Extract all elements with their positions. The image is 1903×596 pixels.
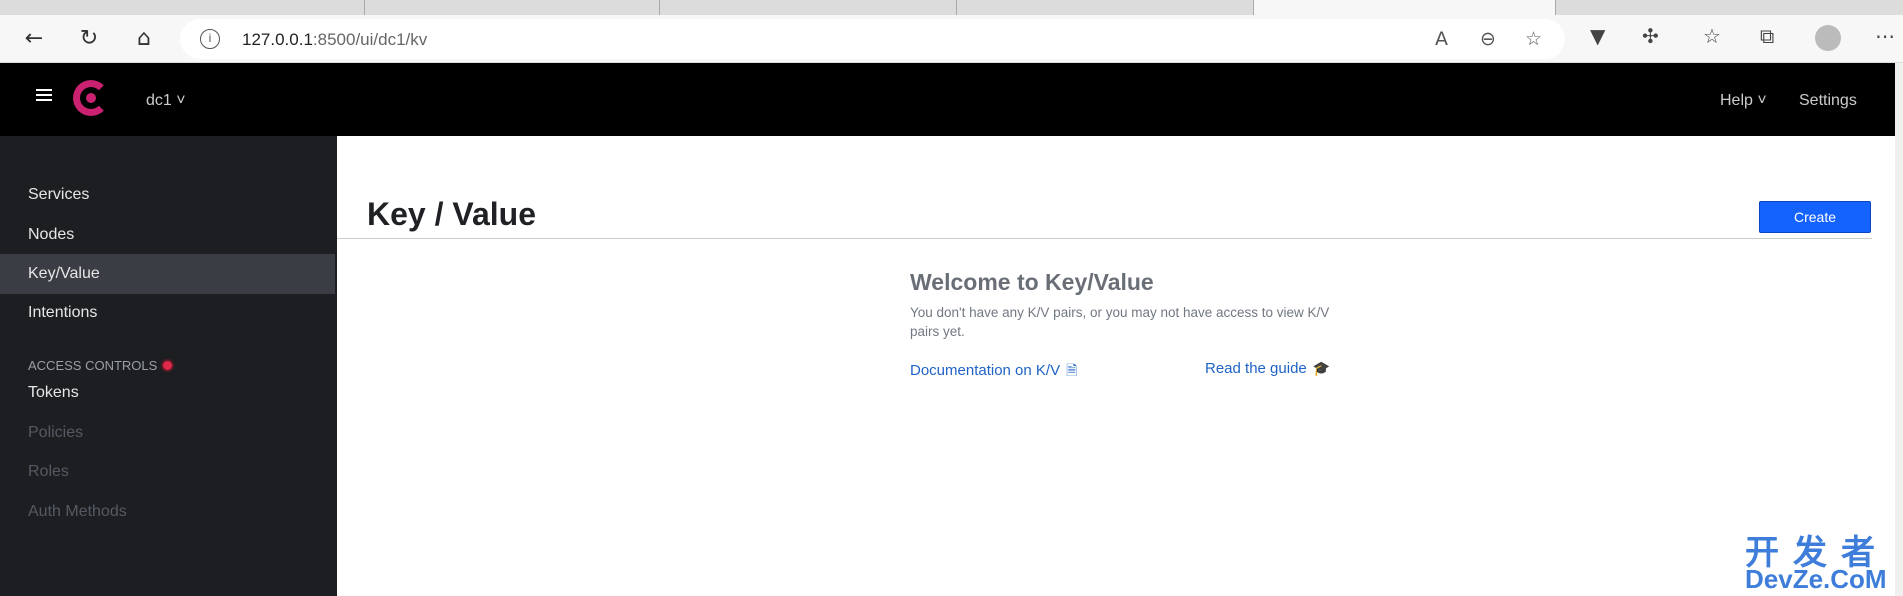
sidebar-item-roles: Roles [28,463,69,480]
home-icon[interactable]: ⌂ [130,25,158,53]
sidebar-item-nodes[interactable]: Nodes [0,215,337,255]
extension-icon[interactable]: ▼ [1590,24,1605,48]
consul-logo[interactable] [73,80,109,116]
browser-tab[interactable] [957,0,1254,15]
sidebar-item-intentions[interactable]: Intentions [0,293,337,333]
collections-icon[interactable]: ⧉ [1760,24,1774,48]
browser-tab-strip [0,0,1903,15]
documentation-link[interactable]: Documentation on K/V 🗎 [910,360,1077,384]
sidebar-item-auth-methods: Auth Methods [28,503,127,520]
profile-avatar[interactable] [1815,25,1841,51]
graduation-cap-icon: 🎓 [1312,361,1331,377]
address-bar[interactable]: i 127.0.0.1:8500/ui/dc1/kv A ⊖ ☆ [180,19,1565,59]
watermark-logo-text: DevZe.CoM [1745,564,1887,594]
browser-tab[interactable] [660,0,957,15]
settings-link[interactable]: Settings [1799,92,1857,110]
zoom-icon[interactable]: ⊖ [1480,28,1496,50]
reload-icon[interactable]: ↻ [75,25,103,53]
empty-state-body: You don't have any K/V pairs, or you may… [910,305,1330,339]
sidebar-item-tokens[interactable]: Tokens [0,373,337,413]
back-icon[interactable]: ← [20,25,48,53]
app-header: dc1 ˅ Help ˅ Settings [0,63,1903,136]
help-dropdown[interactable]: Help ˅ [1720,92,1767,110]
favorites-icon[interactable]: ☆ [1703,24,1721,48]
browser-tab[interactable] [0,0,365,15]
site-info-icon[interactable]: i [200,29,220,49]
sidebar-item-services[interactable]: Services [0,175,337,215]
read-aloud-icon[interactable]: A [1435,28,1448,50]
extensions-icon[interactable]: ✣ [1642,24,1659,48]
browser-toolbar: ← ↻ ⌂ i 127.0.0.1:8500/ui/dc1/kv A ⊖ ☆ ▼… [0,15,1903,63]
document-icon: 🗎 [1066,363,1078,379]
datacenter-dropdown[interactable]: dc1 ˅ [146,92,186,110]
more-icon[interactable]: ⋯ [1875,24,1895,48]
url-text[interactable]: 127.0.0.1:8500/ui/dc1/kv [242,30,427,50]
empty-state-heading: Welcome to Key/Value [910,269,1154,295]
page-title: Key / Value [367,196,536,232]
guide-link[interactable]: Read the guide 🎓 [1205,360,1330,377]
favorite-add-icon[interactable]: ☆ [1525,28,1542,50]
sidebar: Services Nodes Key/Value Intentions ACCE… [0,136,337,596]
status-dot-icon [163,361,173,370]
sidebar-item-policies: Policies [28,424,84,441]
browser-tab-active[interactable] [1254,0,1556,15]
menu-icon[interactable] [36,89,52,101]
create-button[interactable]: Create [1759,201,1871,233]
access-controls-heading: ACCESS CONTROLS [28,358,173,373]
scrollbar[interactable] [1895,63,1903,596]
browser-tab[interactable] [365,0,660,15]
sidebar-item-key-value[interactable]: Key/Value [0,254,335,294]
divider [337,238,1872,239]
